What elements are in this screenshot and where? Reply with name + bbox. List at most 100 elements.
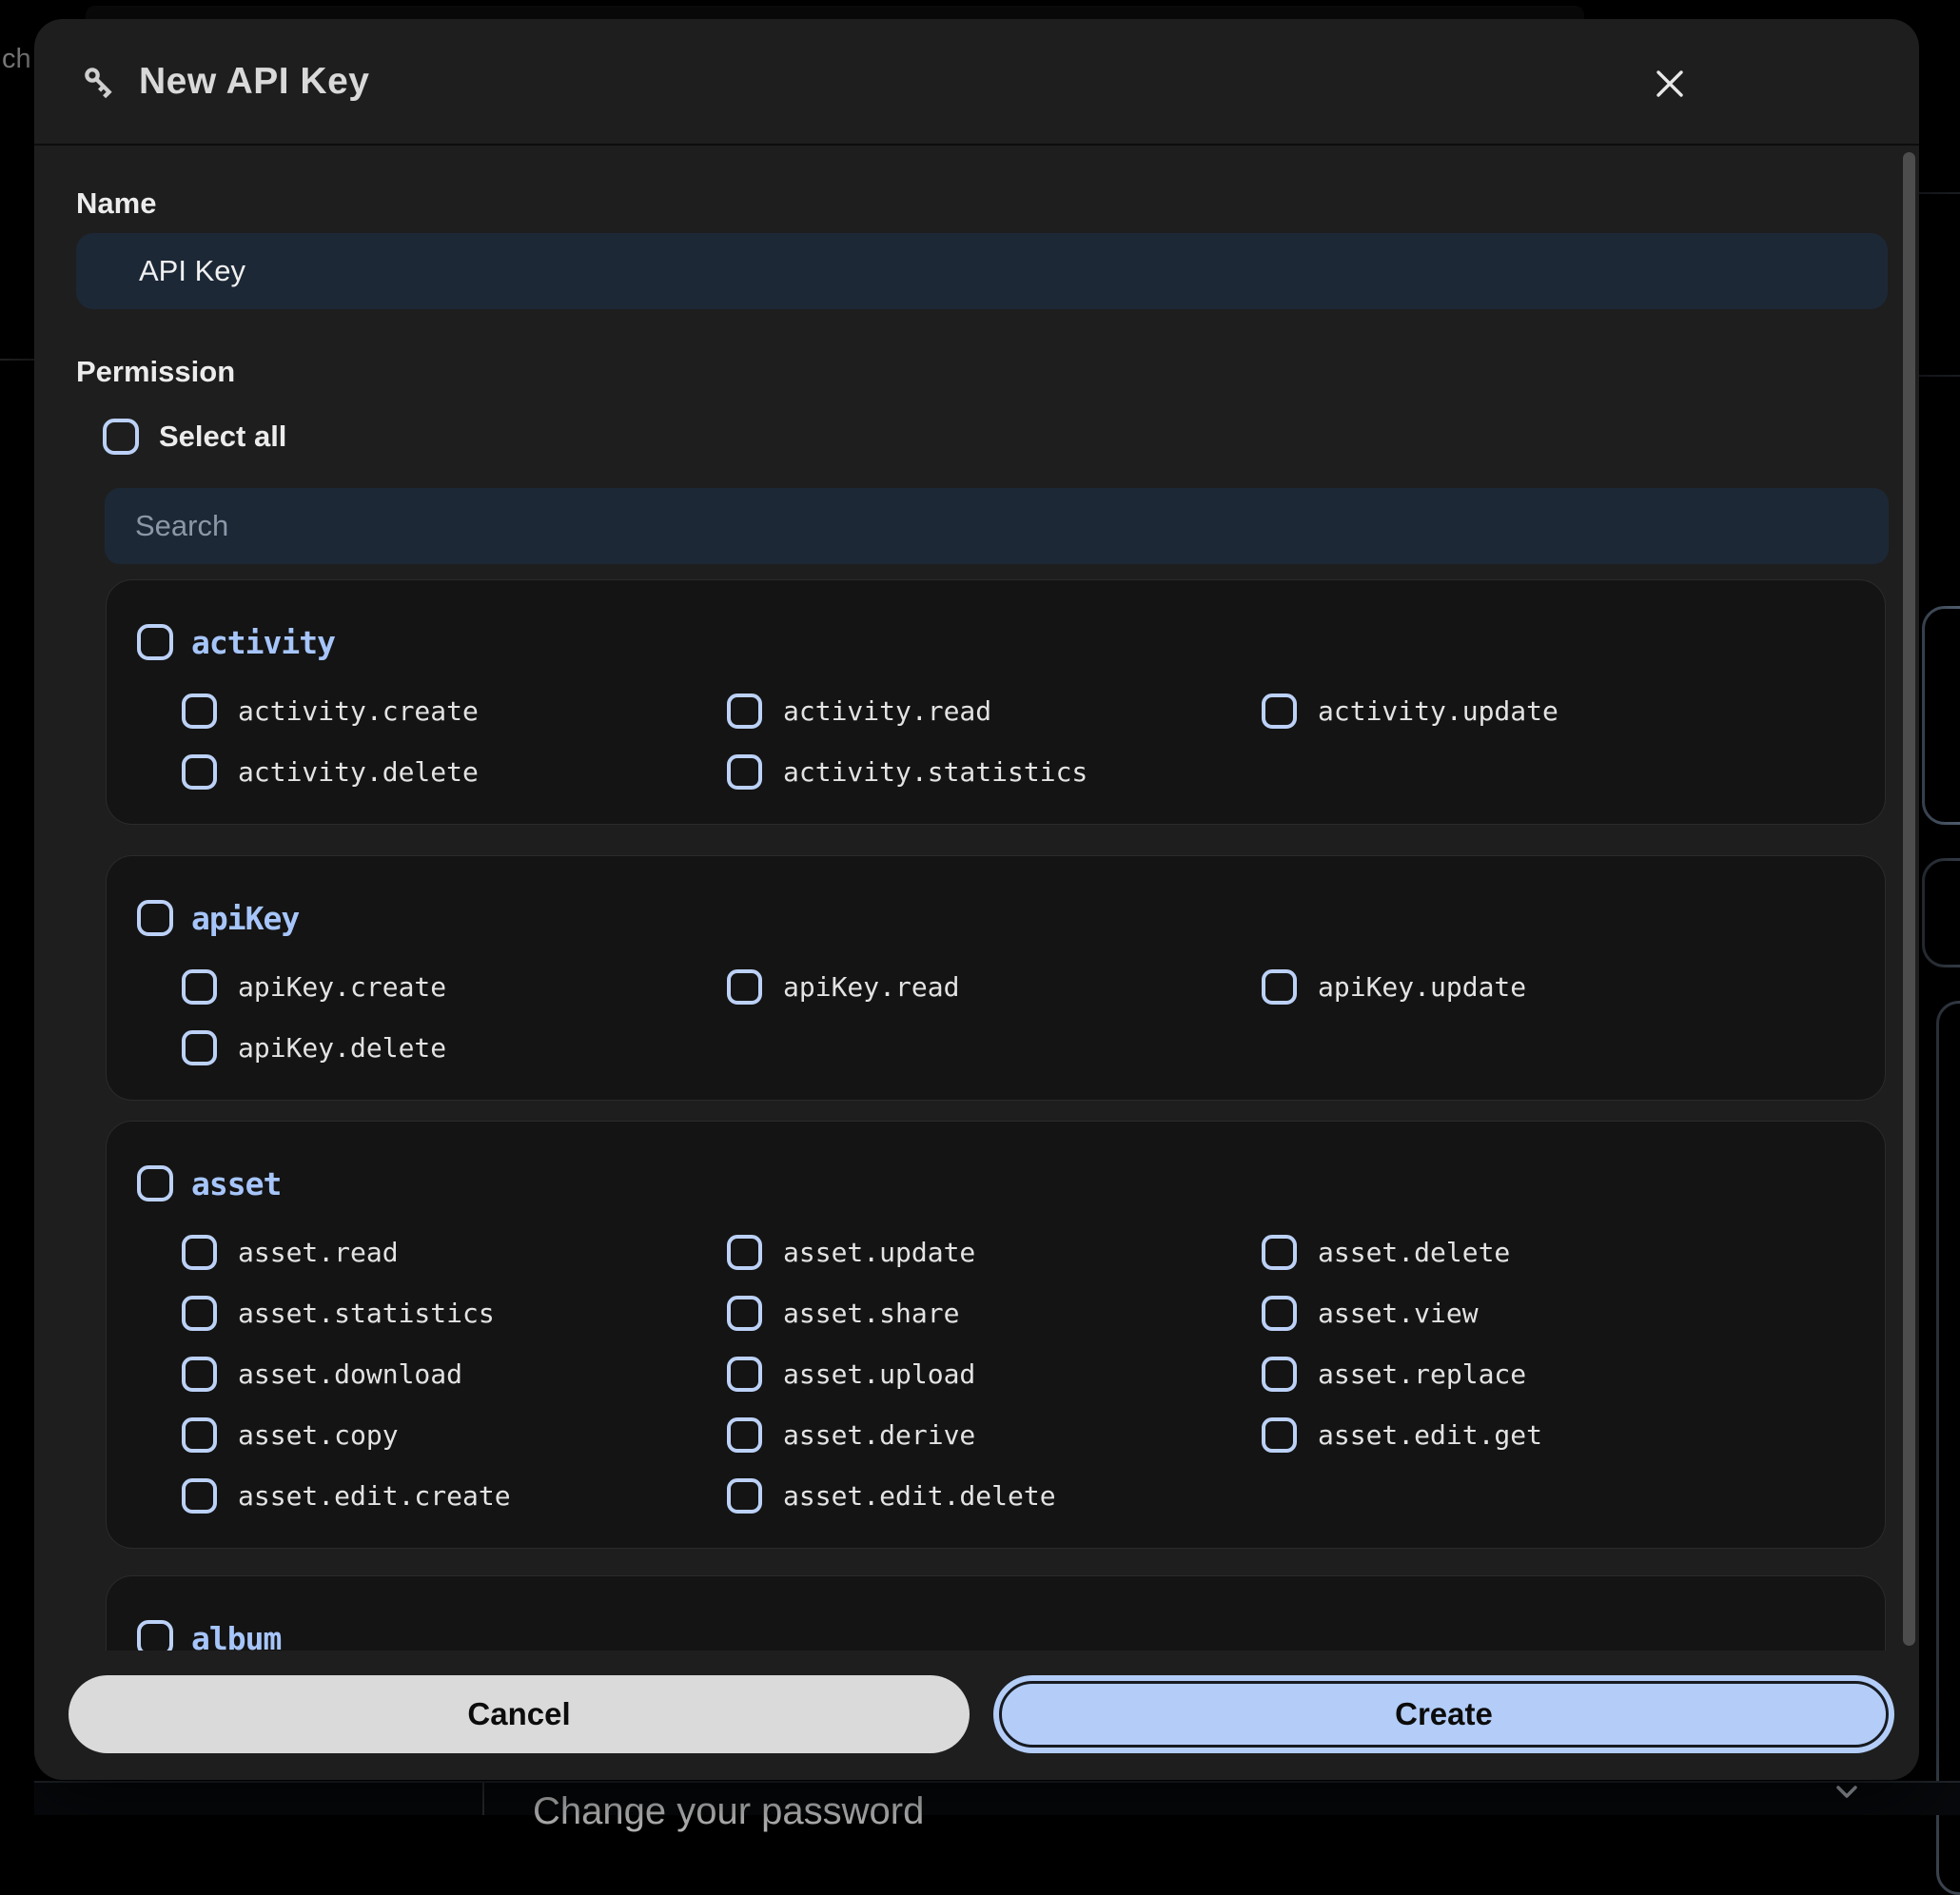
permission-label: asset.view <box>1318 1298 1479 1329</box>
checkbox-asset.edit.get[interactable] <box>1262 1417 1297 1453</box>
permission-label: apiKey.read <box>783 971 959 1003</box>
permission-row-asset.update[interactable]: asset.update <box>727 1235 1262 1270</box>
checkbox-activity.read[interactable] <box>727 694 762 729</box>
checkbox-asset.edit.create[interactable] <box>182 1478 217 1514</box>
permission-row-asset.delete[interactable]: asset.delete <box>1262 1235 1854 1270</box>
checkbox-asset.delete[interactable] <box>1262 1235 1297 1270</box>
permission-label: asset.copy <box>238 1419 399 1451</box>
permission-label: asset.edit.delete <box>783 1480 1056 1512</box>
checkbox-asset.share[interactable] <box>727 1296 762 1331</box>
name-input[interactable] <box>76 233 1888 309</box>
permission-groups: activityactivity.createactivity.readacti… <box>76 579 1919 1651</box>
close-icon[interactable] <box>1649 63 1691 105</box>
permission-row-activity.statistics[interactable]: activity.statistics <box>727 754 1262 790</box>
checkbox-asset.upload[interactable] <box>727 1357 762 1392</box>
scrollbar-thumb[interactable] <box>1903 152 1915 1646</box>
group-checkbox-row-apiKey[interactable]: apiKey <box>137 900 1854 936</box>
background-card-outline-3 <box>1936 1001 1960 1895</box>
permission-row-apiKey.read[interactable]: apiKey.read <box>727 969 1262 1005</box>
checkbox-asset.copy[interactable] <box>182 1417 217 1453</box>
create-button[interactable]: Create <box>993 1675 1894 1753</box>
cancel-button[interactable]: Cancel <box>69 1675 970 1753</box>
checkbox-apiKey.delete[interactable] <box>182 1030 217 1065</box>
checkbox-asset.statistics[interactable] <box>182 1296 217 1331</box>
checkbox-apiKey.update[interactable] <box>1262 969 1297 1005</box>
permission-label: Permission <box>76 355 1919 389</box>
permission-group-asset: assetasset.readasset.updateasset.deletea… <box>106 1121 1886 1549</box>
permission-row-asset.download[interactable]: asset.download <box>182 1357 727 1392</box>
group-checkbox-album[interactable] <box>137 1620 173 1651</box>
group-checkbox-apiKey[interactable] <box>137 900 173 936</box>
permission-row-apiKey.delete[interactable]: apiKey.delete <box>182 1030 727 1065</box>
new-api-key-dialog: New API Key Name Permission Select all a… <box>34 19 1919 1780</box>
permission-row-apiKey.create[interactable]: apiKey.create <box>182 969 727 1005</box>
dialog-footer: Cancel Create <box>34 1651 1919 1778</box>
key-icon <box>78 61 120 103</box>
permission-grid-activity: activity.createactivity.read activity.upd… <box>182 694 1854 790</box>
group-checkbox-row-activity[interactable]: activity <box>137 624 1854 660</box>
checkbox-activity.update[interactable] <box>1262 694 1297 729</box>
dialog-header: New API Key <box>34 19 1919 146</box>
permission-row-asset.view[interactable]: asset.view <box>1262 1296 1854 1331</box>
group-checkbox-row-asset[interactable]: asset <box>137 1165 1854 1201</box>
group-label: album <box>191 1620 281 1651</box>
permission-row-asset.edit.delete[interactable]: asset.edit.delete <box>727 1478 1262 1514</box>
permission-row-asset.edit.create[interactable]: asset.edit.create <box>182 1478 727 1514</box>
permission-row-activity.read[interactable]: activity.read <box>727 694 1262 729</box>
permission-row-asset.derive[interactable]: asset.derive <box>727 1417 1262 1453</box>
permission-label: apiKey.delete <box>238 1032 446 1064</box>
permission-row-activity.create[interactable]: activity.create <box>182 694 727 729</box>
group-checkbox-row-album[interactable]: album <box>137 1620 1854 1651</box>
checkbox-activity.statistics[interactable] <box>727 754 762 790</box>
permission-label: activity.statistics <box>783 756 1088 788</box>
permission-group-activity: activityactivity.createactivity.readacti… <box>106 579 1886 825</box>
permission-label: asset.statistics <box>238 1298 495 1329</box>
permission-row-activity.update[interactable]: activity.update <box>1262 694 1854 729</box>
select-all-checkbox[interactable] <box>103 419 139 455</box>
background-divider-right-1 <box>1919 192 1960 194</box>
permission-row-asset.copy[interactable]: asset.copy <box>182 1417 727 1453</box>
permission-row-asset.upload[interactable]: asset.upload <box>727 1357 1262 1392</box>
group-label: apiKey <box>191 900 299 937</box>
checkbox-apiKey.read[interactable] <box>727 969 762 1005</box>
permission-group-apiKey: apiKey apiKey.create apiKey.read apiKey.upd… <box>106 855 1886 1101</box>
permission-row-asset.edit.get[interactable]: asset.edit.get <box>1262 1417 1854 1453</box>
permission-label: asset.download <box>238 1358 462 1390</box>
checkbox-activity.delete[interactable] <box>182 754 217 790</box>
background-card-outline-2 <box>1922 858 1960 967</box>
change-password-text: Change your password <box>533 1790 924 1833</box>
permission-row-asset.replace[interactable]: asset.replace <box>1262 1357 1854 1392</box>
permission-row-activity.delete[interactable]: activity.delete <box>182 754 727 790</box>
permission-grid-apiKey: apiKey.create apiKey.read apiKey.update api… <box>182 969 1854 1065</box>
checkbox-asset.read[interactable] <box>182 1235 217 1270</box>
permission-label: asset.edit.get <box>1318 1419 1542 1451</box>
permission-label: asset.upload <box>783 1358 975 1390</box>
checkbox-asset.replace[interactable] <box>1262 1357 1297 1392</box>
group-checkbox-activity[interactable] <box>137 624 173 660</box>
permission-label: activity.delete <box>238 756 479 788</box>
select-all-checkbox-row[interactable]: Select all <box>103 419 1919 455</box>
checkbox-asset.download[interactable] <box>182 1357 217 1392</box>
permission-label: asset.update <box>783 1237 975 1268</box>
checkbox-asset.update[interactable] <box>727 1235 762 1270</box>
permission-row-asset.statistics[interactable]: asset.statistics <box>182 1296 727 1331</box>
checkbox-asset.view[interactable] <box>1262 1296 1297 1331</box>
permission-row-asset.share[interactable]: asset.share <box>727 1296 1262 1331</box>
permission-search-input[interactable] <box>105 488 1889 564</box>
permission-row-apiKey.update[interactable]: apiKey.update <box>1262 969 1854 1005</box>
background-divider-right-2 <box>1919 375 1960 377</box>
permission-row-asset.read[interactable]: asset.read <box>182 1235 727 1270</box>
permission-label: activity.update <box>1318 695 1558 727</box>
permission-label: asset.read <box>238 1237 399 1268</box>
checkbox-activity.create[interactable] <box>182 694 217 729</box>
permission-label: asset.edit.create <box>238 1480 511 1512</box>
checkbox-asset.edit.delete[interactable] <box>727 1478 762 1514</box>
group-checkbox-asset[interactable] <box>137 1165 173 1201</box>
select-all-label: Select all <box>159 420 286 454</box>
checkbox-apiKey.create[interactable] <box>182 969 217 1005</box>
background-card-outline-1 <box>1922 606 1960 825</box>
permission-label: apiKey.update <box>1318 971 1526 1003</box>
checkbox-asset.derive[interactable] <box>727 1417 762 1453</box>
chevron-down-icon[interactable] <box>1833 1783 1861 1807</box>
background-bottom-strip <box>34 1781 1960 1815</box>
